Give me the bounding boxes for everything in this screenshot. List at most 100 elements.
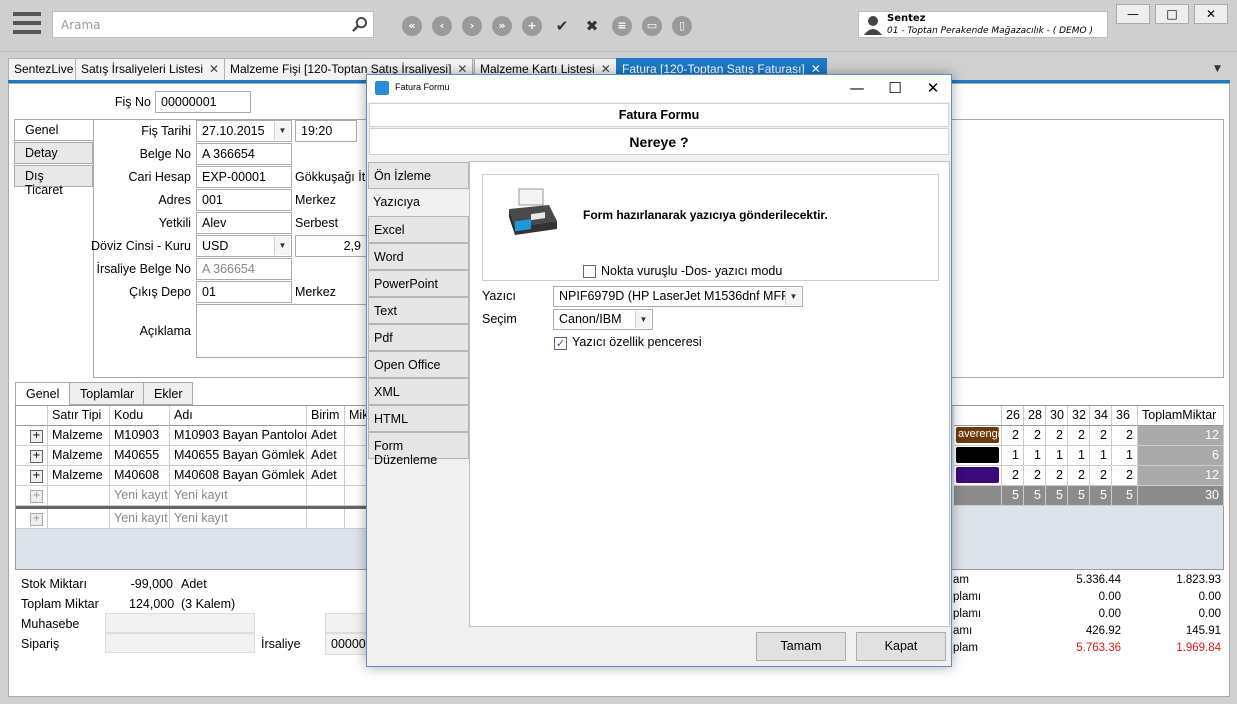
chevron-down-icon[interactable]: ▼	[785, 288, 801, 305]
grid-header-size[interactable]: 30	[1046, 406, 1068, 426]
cell-size-qty[interactable]: 2	[1024, 466, 1046, 486]
search-icon[interactable]	[352, 17, 367, 32]
tab-genel[interactable]: Genel	[15, 382, 71, 405]
cell-kodu[interactable]: M40655	[110, 446, 170, 466]
dialog-close-button[interactable]: ✕	[915, 78, 951, 98]
tab-toplamlar[interactable]: Toplamlar	[69, 382, 146, 405]
cell-size-qty[interactable]: 1	[1068, 446, 1090, 466]
cell-size-qty[interactable]: 1	[1002, 446, 1024, 466]
search-input[interactable]: Arama	[52, 11, 374, 38]
tab-list-chevron-icon[interactable]: ▼	[1214, 64, 1221, 74]
aciklama-textarea[interactable]	[196, 304, 371, 358]
add-icon[interactable]: +	[522, 16, 542, 36]
chevron-down-icon[interactable]: ▼	[274, 237, 290, 255]
yetkili-field[interactable]: Alev	[196, 212, 292, 234]
grid-header[interactable]: Kodu	[110, 406, 170, 426]
printer-select[interactable]: NPIF6979D (HP LaserJet M1536dnf MFP) ▼	[553, 286, 803, 307]
cell-size-qty[interactable]: 1	[1024, 446, 1046, 466]
saat-field[interactable]: 19:20	[295, 120, 357, 142]
cell-size-qty[interactable]: 2	[1090, 466, 1112, 486]
minimize-button[interactable]: —	[1116, 4, 1150, 24]
cell-size-qty[interactable]: 2	[1024, 426, 1046, 446]
cell-size-qty[interactable]: 2	[1046, 426, 1068, 446]
grid-header[interactable]: Adı	[170, 406, 307, 426]
keyboard-icon[interactable]: ▭	[642, 16, 662, 36]
output-type-6[interactable]: Pdf	[368, 324, 469, 351]
printer-props-checkbox[interactable]: ✓	[554, 337, 567, 350]
first-icon[interactable]: «	[402, 16, 422, 36]
grid-header-size[interactable]: 34	[1090, 406, 1112, 426]
cell-size-qty[interactable]: 2	[1068, 426, 1090, 446]
cell-size-qty[interactable]: 2	[1002, 466, 1024, 486]
expand-icon[interactable]: +	[30, 430, 43, 443]
tab-satis-irsaliyeleri[interactable]: Satış İrsaliyeleri Listesi ✕	[75, 58, 226, 80]
grid-header-size[interactable]: 26	[1002, 406, 1024, 426]
last-icon[interactable]: »	[492, 16, 512, 36]
grid-header[interactable]: Birim	[307, 406, 345, 426]
muhasebe-field[interactable]	[105, 613, 255, 633]
expand-icon[interactable]: +	[30, 470, 43, 483]
color-cell[interactable]	[954, 446, 1002, 466]
close-button[interactable]: Kapat	[856, 632, 946, 661]
cell-new-row[interactable]: Yeni kayıt	[110, 486, 170, 506]
doviz-select[interactable]: USD ▼	[196, 235, 292, 257]
selection-select[interactable]: Canon/IBM ▼	[553, 309, 653, 330]
next-icon[interactable]: ›	[462, 16, 482, 36]
cikis-depo-field[interactable]: 01	[196, 281, 292, 303]
output-type-8[interactable]: XML	[368, 378, 469, 405]
output-type-4[interactable]: PowerPoint	[368, 270, 469, 297]
cell-new-row[interactable]: Yeni kayıt	[170, 486, 307, 506]
fis-tarihi-field[interactable]: 27.10.2015 ▼	[196, 120, 292, 142]
output-type-2[interactable]: Excel	[368, 216, 469, 243]
expand-icon[interactable]: +	[30, 513, 43, 526]
cell-size-qty[interactable]: 2	[1112, 466, 1138, 486]
cell-size-qty[interactable]: 2	[1046, 466, 1068, 486]
color-cell[interactable]	[954, 466, 1002, 486]
cell-birim[interactable]	[307, 509, 345, 529]
cell-adi[interactable]: M40655 Bayan Gömlek	[170, 446, 307, 466]
maximize-button[interactable]: □	[1155, 4, 1189, 24]
tab-ekler[interactable]: Ekler	[143, 382, 194, 405]
cell-satir-tipi[interactable]	[48, 486, 110, 506]
dialog-maximize-button[interactable]: ☐	[877, 78, 913, 98]
output-type-1[interactable]: Yazıcıya	[368, 189, 469, 216]
check-icon[interactable]: ✔	[552, 16, 572, 36]
ok-button[interactable]: Tamam	[756, 632, 846, 661]
close-icon[interactable]: ✖	[582, 16, 602, 36]
cell-satir-tipi[interactable]: Malzeme	[48, 466, 110, 486]
grid-header[interactable]: Satır Tipi	[48, 406, 110, 426]
cell-birim[interactable]: Adet	[307, 446, 345, 466]
output-type-3[interactable]: Word	[368, 243, 469, 270]
cell-size-qty[interactable]: 2	[1112, 426, 1138, 446]
cell-size-qty[interactable]: 2	[1090, 426, 1112, 446]
output-type-0[interactable]: Ön İzleme	[368, 162, 469, 189]
cell-birim[interactable]: Adet	[307, 426, 345, 446]
tab-close-icon[interactable]: ✕	[209, 62, 219, 76]
dot-matrix-checkbox[interactable]	[583, 265, 596, 278]
cell-size-qty[interactable]: 2	[1068, 466, 1090, 486]
list-icon[interactable]: ≡	[612, 16, 632, 36]
cell-size-qty[interactable]: 1	[1090, 446, 1112, 466]
cell-size-qty[interactable]: 1	[1046, 446, 1068, 466]
cell-birim[interactable]: Adet	[307, 466, 345, 486]
output-type-10[interactable]: Form Düzenleme	[368, 432, 469, 467]
cell-adi[interactable]: M10903 Bayan Pantolon	[170, 426, 307, 446]
tab-sentezlive[interactable]: SentezLive	[8, 58, 80, 80]
trash-icon[interactable]: ▯	[672, 16, 692, 36]
color-cell[interactable]: averengi)	[954, 426, 1002, 446]
adres-field[interactable]: 001	[196, 189, 292, 211]
irsaliye-belge-field[interactable]: A 366654	[196, 258, 292, 280]
grid-header-toplam[interactable]: ToplamMiktar	[1138, 406, 1224, 426]
siparis-field[interactable]	[105, 633, 255, 653]
grid-header-size[interactable]: 28	[1024, 406, 1046, 426]
chevron-down-icon[interactable]: ▼	[635, 311, 651, 328]
belge-no-field[interactable]: A 366654	[196, 143, 292, 165]
dialog-minimize-button[interactable]: —	[839, 78, 875, 98]
cari-hesap-field[interactable]: EXP-00001	[196, 166, 292, 188]
grid-header-size[interactable]: 32	[1068, 406, 1090, 426]
cell-new-row[interactable]: Yeni kayıt	[110, 509, 170, 529]
window-close-button[interactable]: ✕	[1194, 4, 1228, 24]
cell-adi[interactable]: M40608 Bayan Gömlek	[170, 466, 307, 486]
expand-icon[interactable]: +	[30, 490, 43, 503]
cell-size-qty[interactable]: 1	[1112, 446, 1138, 466]
